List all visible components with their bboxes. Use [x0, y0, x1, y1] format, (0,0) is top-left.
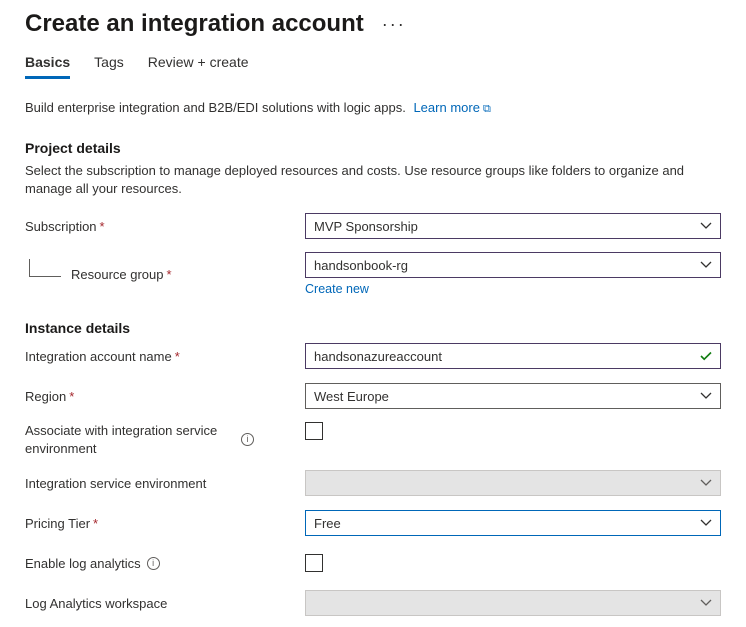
- required-icon: *: [100, 219, 105, 234]
- label-subscription: Subscription*: [25, 219, 305, 234]
- subscription-value: MVP Sponsorship: [314, 219, 418, 234]
- log-workspace-select: [305, 590, 721, 616]
- external-link-icon: ⧉: [483, 103, 491, 115]
- create-new-link[interactable]: Create new: [305, 282, 369, 296]
- chevron-down-icon: [700, 599, 712, 607]
- tab-bar: Basics Tags Review + create: [25, 54, 721, 80]
- chevron-down-icon: [700, 392, 712, 400]
- page-title: Create an integration account: [25, 10, 364, 38]
- label-associate-ise: Associate with integration service envir…: [25, 422, 305, 457]
- enable-log-checkbox[interactable]: [305, 554, 323, 572]
- page-header: Create an integration account ···: [25, 10, 721, 38]
- chevron-down-icon: [700, 519, 712, 527]
- chevron-down-icon: [700, 222, 712, 230]
- intro-body: Build enterprise integration and B2B/EDI…: [25, 100, 406, 115]
- check-icon: [699, 349, 713, 363]
- section-heading-instance: Instance details: [25, 320, 721, 336]
- row-log-workspace: Log Analytics workspace: [25, 589, 721, 617]
- section-heading-project: Project details: [25, 140, 721, 156]
- pricing-tier-select[interactable]: Free: [305, 510, 721, 536]
- label-log-workspace: Log Analytics workspace: [25, 596, 305, 611]
- resource-group-select[interactable]: handsonbook-rg: [305, 252, 721, 278]
- pricing-tier-value: Free: [314, 516, 341, 531]
- row-ise: Integration service environment: [25, 469, 721, 497]
- row-region: Region* West Europe: [25, 382, 721, 410]
- section-desc-project: Select the subscription to manage deploy…: [25, 162, 685, 198]
- region-value: West Europe: [314, 389, 389, 404]
- row-associate-ise: Associate with integration service envir…: [25, 422, 721, 457]
- associate-ise-checkbox[interactable]: [305, 422, 323, 440]
- label-pricing-tier: Pricing Tier*: [25, 516, 305, 531]
- required-icon: *: [69, 389, 74, 404]
- account-name-input[interactable]: [305, 343, 721, 369]
- row-resource-group: Resource group* handsonbook-rg Create ne…: [25, 252, 721, 296]
- row-subscription: Subscription* MVP Sponsorship: [25, 212, 721, 240]
- label-enable-log: Enable log analytics i: [25, 556, 305, 571]
- label-account-name: Integration account name*: [25, 349, 305, 364]
- row-enable-log: Enable log analytics i: [25, 549, 721, 577]
- info-icon[interactable]: i: [241, 433, 254, 446]
- tab-tags[interactable]: Tags: [94, 54, 124, 79]
- more-icon[interactable]: ···: [382, 14, 406, 35]
- region-select[interactable]: West Europe: [305, 383, 721, 409]
- row-account-name: Integration account name*: [25, 342, 721, 370]
- learn-more-label: Learn more: [413, 100, 479, 115]
- tab-basics[interactable]: Basics: [25, 54, 70, 79]
- required-icon: *: [167, 267, 172, 282]
- learn-more-link[interactable]: Learn more ⧉: [413, 100, 490, 115]
- label-resource-group: Resource group*: [25, 265, 305, 283]
- label-region: Region*: [25, 389, 305, 404]
- subscription-select[interactable]: MVP Sponsorship: [305, 213, 721, 239]
- label-ise: Integration service environment: [25, 476, 305, 491]
- resource-group-value: handsonbook-rg: [314, 258, 408, 273]
- row-pricing-tier: Pricing Tier* Free: [25, 509, 721, 537]
- tree-branch-icon: [29, 259, 61, 277]
- required-icon: *: [93, 516, 98, 531]
- tab-review-create[interactable]: Review + create: [148, 54, 249, 79]
- chevron-down-icon: [700, 479, 712, 487]
- info-icon[interactable]: i: [147, 557, 160, 570]
- required-icon: *: [175, 349, 180, 364]
- ise-select: [305, 470, 721, 496]
- intro-text: Build enterprise integration and B2B/EDI…: [25, 100, 721, 116]
- chevron-down-icon: [700, 261, 712, 269]
